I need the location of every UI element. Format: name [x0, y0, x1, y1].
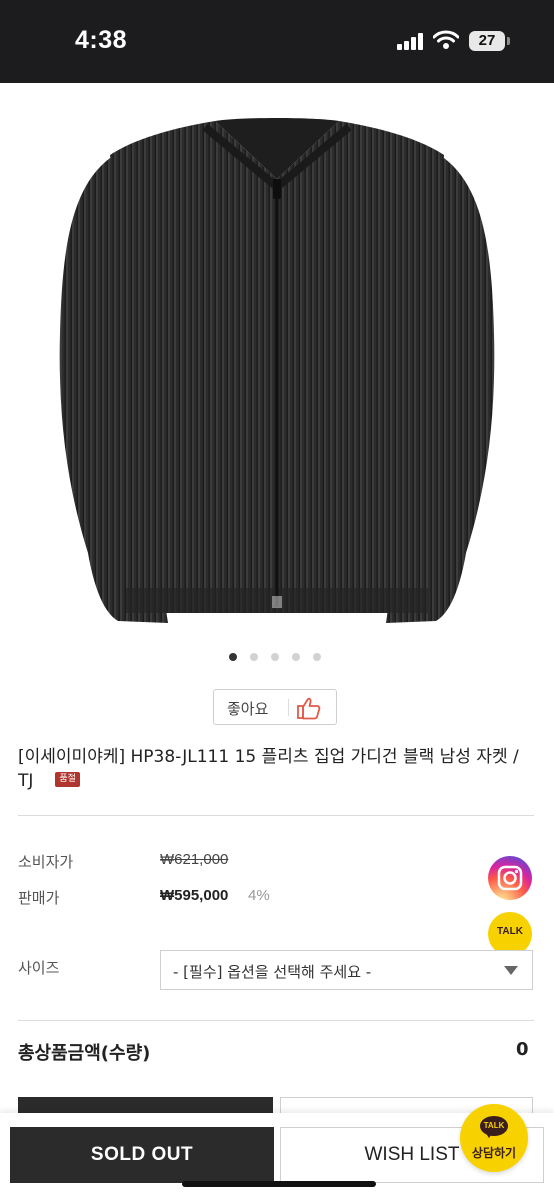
instagram-button[interactable] — [488, 856, 532, 900]
chevron-down-icon — [504, 966, 518, 975]
cardigan-illustration — [59, 118, 495, 623]
thumbs-up-icon — [297, 697, 321, 720]
battery-indicator: 27 — [469, 31, 505, 51]
consumer-price-value: ₩621,000 — [160, 851, 229, 868]
total-price-label: 총상품금액(수량) — [18, 1043, 151, 1064]
like-button[interactable]: 좋아요 — [213, 689, 337, 725]
size-select[interactable]: - [필수] 옵션을 선택해 주세요 - — [160, 950, 533, 990]
consumer-price-label: 소비자가 — [18, 853, 74, 871]
wifi-icon — [433, 30, 459, 49]
status-bar: 4:38 27 — [0, 0, 554, 83]
total-price-value: 0 — [516, 1039, 529, 1060]
carousel-dot-5[interactable] — [313, 653, 321, 661]
product-title-text: [이세이미야케] HP38-JL111 15 플리츠 집업 가디건 블랙 남성 … — [18, 747, 519, 791]
buy-button-peek — [18, 1097, 273, 1113]
kakao-chat-button[interactable]: TALK 상담하기 — [460, 1104, 528, 1172]
kakao-bubble-tail — [485, 1132, 493, 1138]
discount-rate: 4% — [248, 887, 270, 904]
battery-nub — [507, 37, 510, 45]
carousel-dots — [0, 653, 554, 663]
like-divider — [288, 699, 289, 716]
cellular-signal-icon — [397, 33, 423, 50]
size-select-value: - [필수] 옵션을 선택해 주세요 - — [173, 963, 372, 981]
title-divider — [18, 815, 534, 816]
product-image[interactable] — [0, 83, 554, 643]
status-time: 4:38 — [75, 26, 128, 54]
sale-price-value: ₩595,000 — [160, 887, 229, 904]
kakao-chat-label: 상담하기 — [471, 1146, 517, 1160]
sale-price-label: 판매가 — [18, 889, 60, 907]
home-indicator — [182, 1181, 376, 1187]
talk-label: TALK — [497, 926, 523, 937]
carousel-dot-4[interactable] — [292, 653, 300, 661]
size-label: 사이즈 — [18, 959, 60, 977]
carousel-dot-3[interactable] — [271, 653, 279, 661]
instagram-icon — [497, 865, 523, 891]
sold-out-button[interactable]: SOLD OUT — [10, 1127, 274, 1183]
product-title: [이세이미야케] HP38-JL111 15 플리츠 집업 가디건 블랙 남성 … — [18, 745, 538, 793]
carousel-dot-1[interactable] — [229, 653, 237, 661]
like-label: 좋아요 — [227, 700, 269, 718]
options-divider — [18, 1020, 534, 1021]
carousel-dot-2[interactable] — [250, 653, 258, 661]
status-badge: 품절 — [55, 771, 80, 787]
